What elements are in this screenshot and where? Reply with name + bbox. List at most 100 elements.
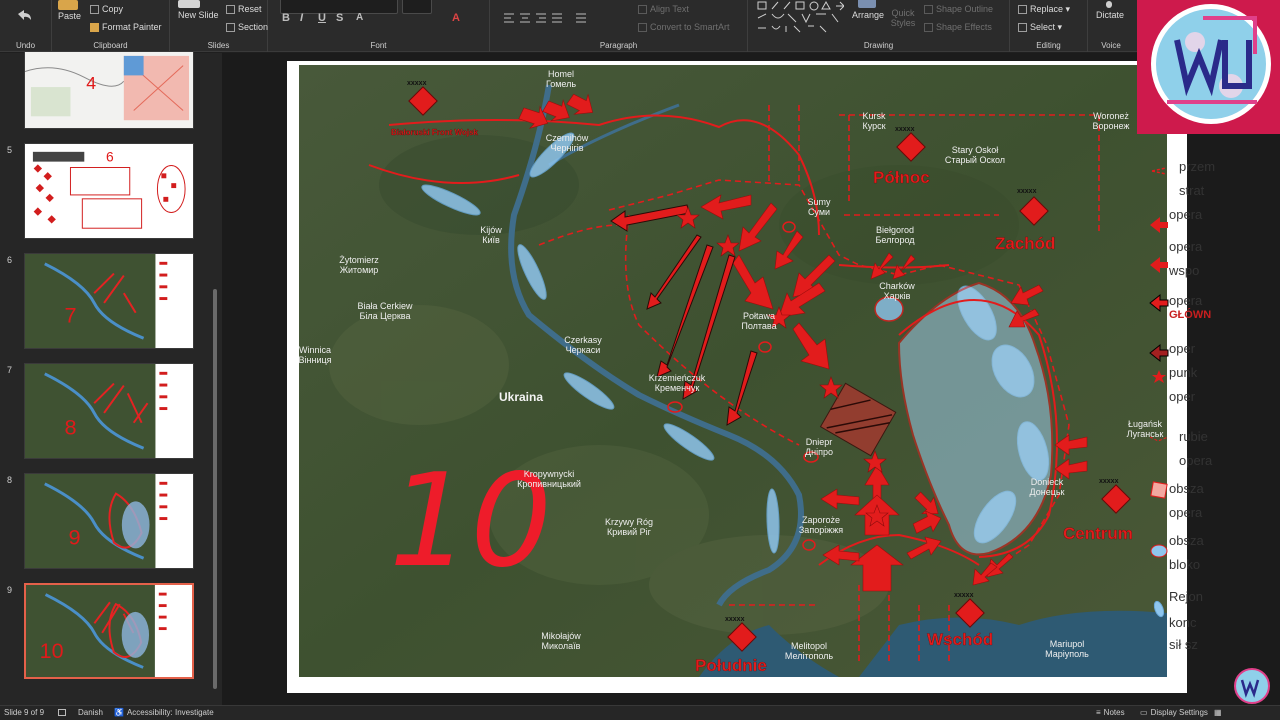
font-size-input[interactable]	[402, 0, 432, 14]
unit-mark-belarus: xxxxx	[407, 80, 427, 87]
slide-editing-area: xxxxx xxxxx xxxxx xxxxx xxxxx xxxxx Biał…	[222, 53, 1280, 705]
city-name: Dniepr	[806, 437, 833, 447]
front-label-north: Północ	[873, 168, 930, 187]
new-slide-button[interactable]: New Slide	[178, 10, 219, 20]
city-name-local: Запоріжжя	[799, 525, 843, 535]
legend-item-label: przem	[1179, 159, 1216, 174]
thumbnail-scrollbar[interactable]	[211, 53, 219, 705]
city-name: Winnica	[299, 345, 331, 355]
shapes-gallery[interactable]	[756, 0, 844, 34]
city-name-local: Дніпро	[805, 447, 833, 457]
font-group: B I U S A A Font	[268, 0, 490, 52]
microphone-icon[interactable]	[1102, 0, 1116, 8]
city-name-local: Житомир	[340, 265, 379, 275]
thumbnail-7-annotation: 8	[65, 415, 77, 440]
notes-button[interactable]: ≡ Notes	[1096, 708, 1125, 717]
shape-effects-button[interactable]: Shape Effects	[924, 22, 992, 33]
city-name-local: Кременчук	[655, 383, 700, 393]
legend-swatches	[1149, 167, 1169, 618]
format-painter-button[interactable]: Format Painter	[90, 22, 162, 33]
convert-smartart-label: Convert to SmartArt	[650, 22, 730, 32]
voice-group: Dictate Voice	[1088, 0, 1134, 52]
paste-icon[interactable]	[58, 0, 78, 10]
paste-button[interactable]: Paste	[58, 11, 81, 21]
shape-outline-button[interactable]: Shape Outline	[924, 4, 993, 15]
city-name-local: Кропивницький	[517, 479, 581, 489]
slide-thumbnail-7[interactable]: 8	[24, 363, 194, 459]
bold-button[interactable]: B	[282, 12, 290, 24]
strikethrough-button[interactable]: S	[336, 12, 343, 24]
accessibility-status[interactable]: ♿ Accessibility: Investigate	[114, 708, 214, 717]
city-name: Sumy	[807, 197, 831, 207]
language-label[interactable]: Danish	[78, 708, 103, 717]
slide-thumbnail-6[interactable]: 7	[24, 253, 194, 349]
copy-button[interactable]: Copy	[90, 4, 123, 15]
reset-button[interactable]: Reset	[226, 4, 262, 15]
current-slide[interactable]: xxxxx xxxxx xxxxx xxxxx xxxxx xxxxx Biał…	[287, 61, 1215, 693]
legend-item-label: obsza	[1169, 533, 1204, 548]
select-button[interactable]: Select ▾	[1018, 22, 1062, 33]
underline-button[interactable]: U	[318, 12, 326, 24]
legend-item-label: opera	[1179, 453, 1213, 468]
accessibility-icon: ♿	[114, 708, 124, 717]
city-name-local: Мелітополь	[785, 651, 834, 661]
city-name: Krzywy Róg	[605, 517, 653, 527]
city-name-local: Суми	[808, 207, 830, 217]
city-name: Mikołajów	[541, 631, 581, 641]
replace-button[interactable]: Replace ▾	[1018, 4, 1070, 15]
undo-icon[interactable]	[14, 8, 34, 26]
city-name: Kropywnycki	[524, 469, 575, 479]
view-normal-icon[interactable]: ▦	[1214, 708, 1222, 717]
thumbnail-9-art: 10	[26, 585, 192, 677]
country-label: Ukraina	[499, 390, 543, 404]
legend-swatch	[1151, 167, 1167, 175]
city-name-local: Чернігів	[550, 143, 583, 153]
slide-thumbnail-9[interactable]: 10	[24, 583, 194, 679]
display-settings-button[interactable]: ▭ Display Settings	[1140, 708, 1208, 717]
city-name-local: Черкаси	[566, 345, 601, 355]
thumbnail-6-annotation: 7	[65, 303, 77, 328]
channel-logo	[1137, 0, 1280, 134]
city-name: Połtawa	[743, 311, 775, 321]
replace-label: Replace	[1030, 4, 1064, 14]
slide-thumbnail-5[interactable]: 6	[24, 143, 194, 239]
convert-smartart-button[interactable]: Convert to SmartArt	[638, 22, 730, 33]
city-name-local: Вінниця	[299, 355, 332, 365]
quick-styles-button[interactable]: Quick Styles	[890, 8, 916, 28]
language-indicator[interactable]	[58, 708, 70, 717]
thumbnail-scrollbar-thumb[interactable]	[213, 289, 217, 689]
section-button[interactable]: Section	[226, 22, 268, 33]
paragraph-align-icons[interactable]	[504, 12, 604, 24]
legend-item-label: opera	[1169, 207, 1203, 222]
thumbnail-7-art: 8	[25, 364, 193, 458]
arrange-button[interactable]: Arrange	[852, 10, 884, 20]
city-name-local: Кривий Ріг	[607, 527, 652, 537]
char-spacing-button[interactable]: A	[356, 12, 363, 23]
unit-mark-south: xxxxx	[725, 616, 745, 623]
align-text-icon	[638, 5, 647, 15]
italic-button[interactable]: I	[300, 12, 303, 24]
legend-item-label: bloko	[1169, 557, 1201, 572]
align-text-button[interactable]: Align Text	[638, 4, 689, 15]
city-name-local: Старый Оскол	[945, 155, 1005, 165]
reset-icon	[226, 5, 235, 15]
slide-number-5: 5	[7, 145, 13, 155]
legend-item-label: oper	[1169, 341, 1196, 356]
slide-thumbnail-4[interactable]: 4	[24, 51, 194, 129]
legend-item-label: wspo	[1169, 263, 1200, 278]
legend-item-label: obsza	[1169, 481, 1204, 496]
city-name: Krzemieńczuk	[649, 373, 706, 383]
operations-map[interactable]: xxxxx xxxxx xxxxx xxxxx xxxxx xxxxx Biał…	[299, 65, 1167, 677]
city-name: Woroneż	[1093, 111, 1129, 121]
new-slide-icon[interactable]	[178, 0, 200, 8]
font-color-button[interactable]: A	[452, 12, 460, 24]
legend-item-label: rubie	[1179, 429, 1208, 444]
slide-thumbnail-8[interactable]: 9	[24, 473, 194, 569]
clipboard-group: Paste Copy Format Painter Clipboard	[52, 0, 170, 52]
undo-label: Undo	[15, 41, 36, 50]
legend-item-label: konc	[1169, 615, 1197, 630]
align-text-label: Align Text	[650, 4, 689, 14]
accessibility-label: Accessibility: Investigate	[126, 708, 214, 717]
dictate-button[interactable]: Dictate	[1096, 10, 1124, 20]
status-bar: Slide 9 of 9 Danish ♿ Accessibility: Inve…	[0, 668, 1280, 720]
